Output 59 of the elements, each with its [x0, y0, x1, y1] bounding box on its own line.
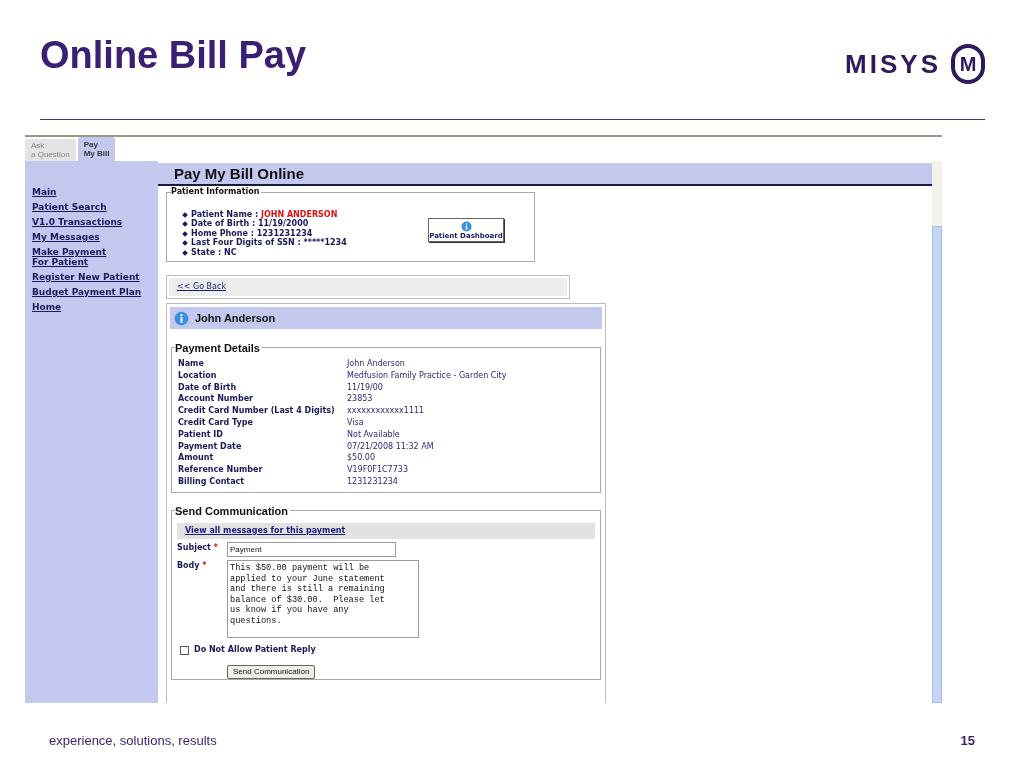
sidebar-link[interactable]: Budget Payment Plan — [32, 287, 158, 297]
field-value: 11/19/00 — [347, 381, 384, 394]
sidebar-link[interactable]: My Messages — [32, 232, 158, 242]
field-label: Subject * — [177, 542, 219, 554]
sidebar-link[interactable]: Main — [32, 187, 158, 197]
bullet-icon — [182, 249, 188, 256]
bullet-icon — [182, 221, 188, 228]
bullet-icon — [182, 240, 188, 247]
field-label: Location — [178, 369, 218, 382]
tab[interactable]: Pay My Bill — [77, 137, 116, 161]
field-value: 07/21/2008 11:32 AM — [347, 440, 435, 453]
sidebar-link[interactable]: Make Payment For Patient — [32, 247, 158, 267]
field-value: $50.00 — [347, 452, 376, 465]
info-icon — [460, 220, 472, 232]
field-value: 1231231234 — [347, 475, 399, 488]
logo: MISYS M — [845, 44, 985, 84]
view-messages-link[interactable]: View all messages for this payment — [185, 525, 346, 537]
field-label: Reference Number — [178, 464, 264, 476]
body-field[interactable]: This $50.00 payment will be applied to your June statement and there is still a remaining balance of $30.00. Please let us know if you have any questions. — [227, 560, 419, 638]
info-line: Home Phone : 1231231234 — [191, 228, 313, 238]
field-label: Date of Birth — [178, 381, 238, 394]
subject-field[interactable]: Payment — [227, 542, 396, 557]
field-value: Medfusion Family Practice - Garden City — [347, 369, 508, 382]
checkbox[interactable] — [180, 645, 189, 655]
field-label: Credit Card Type — [178, 417, 254, 429]
info-line: Patient Name : JOHN ANDERSON — [191, 210, 338, 220]
go-back-link[interactable]: << Go Back — [177, 281, 226, 293]
field-label: Patient ID — [178, 428, 224, 441]
field-value: Not Available — [347, 428, 401, 441]
scrollbar[interactable] — [932, 161, 942, 703]
field-label: Billing Contact — [178, 475, 246, 488]
sidebar-link[interactable]: Home — [32, 302, 158, 312]
field-label: Account Number — [178, 393, 254, 406]
bullet-icon — [182, 212, 188, 218]
field-label: Body * — [177, 560, 208, 572]
info-line: State : NC — [191, 247, 237, 258]
page-title: Pay My Bill Online — [158, 163, 932, 186]
field-label: Credit Card Number (Last 4 Digits) — [178, 405, 336, 417]
field-label: Payment Date — [178, 440, 243, 453]
send-communication-button[interactable]: Send Communication — [227, 665, 316, 679]
checkbox-label: Do Not Allow Patient Reply — [194, 644, 316, 656]
sidebar-link[interactable]: Patient Search — [32, 202, 158, 212]
info-line: Date of Birth : 11/19/2000 — [191, 219, 309, 229]
info-icon — [174, 310, 189, 326]
sidebar-link[interactable]: V1.0 Transactions — [32, 217, 158, 227]
field-value: John Anderson — [347, 358, 406, 370]
sidebar-link[interactable]: Register New Patient — [32, 272, 158, 282]
field-value: 23853 — [347, 393, 374, 406]
field-value: Visa — [347, 417, 365, 429]
info-line: Last Four Digits of SSN : *****1234 — [191, 238, 347, 248]
field-value: V19F0F1C7733 — [347, 464, 409, 476]
page-number: 15 — [960, 732, 975, 750]
field-value: xxxxxxxxxxxx1111 — [347, 405, 426, 417]
bullet-icon — [182, 231, 188, 237]
footer-tagline: experience, solutions, results — [49, 732, 217, 750]
field-label: Name — [178, 358, 205, 370]
patient-name-heading: John Anderson — [195, 310, 276, 326]
field-label: Amount — [178, 452, 215, 465]
slide-title: Online Bill Pay — [40, 36, 307, 74]
